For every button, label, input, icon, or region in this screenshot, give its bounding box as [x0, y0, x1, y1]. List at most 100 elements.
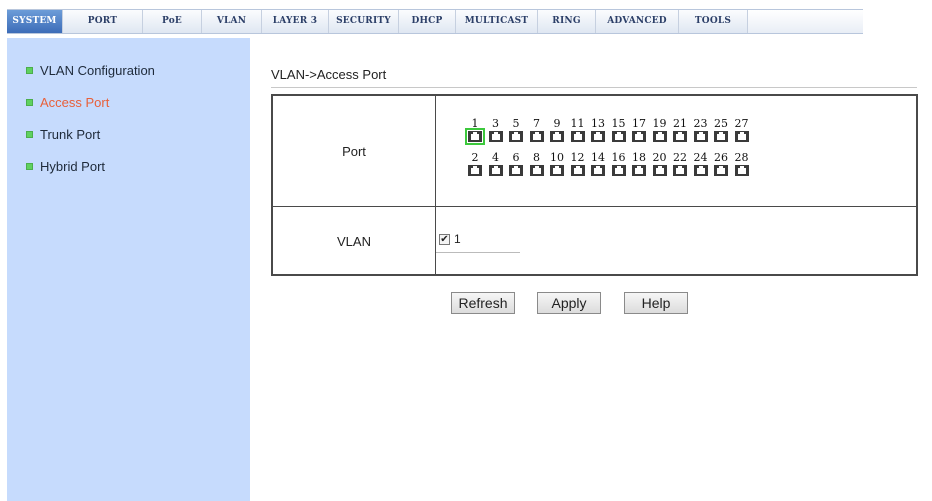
- ethernet-port-icon[interactable]: [529, 131, 544, 142]
- tab-layer3[interactable]: LAYER 3: [262, 10, 329, 33]
- sidebar-item-access-port[interactable]: Access Port: [26, 95, 109, 110]
- ethernet-port-icon[interactable]: [611, 165, 626, 176]
- bullet-icon: [26, 163, 33, 170]
- vlan-underline: [436, 252, 520, 253]
- port-14[interactable]: 14: [589, 151, 607, 176]
- sidebar: VLAN Configuration Access Port Trunk Por…: [7, 38, 250, 501]
- sidebar-item-label: VLAN Configuration: [40, 63, 155, 78]
- sidebar-item-label: Trunk Port: [40, 127, 101, 142]
- ethernet-port-icon[interactable]: [509, 131, 523, 142]
- vlan-option[interactable]: ✔ 1: [439, 232, 461, 246]
- tab-strip: SYSTEM PORT PoE VLAN LAYER 3 SECURITY DH…: [7, 9, 863, 34]
- port-17[interactable]: 17: [630, 117, 648, 142]
- bullet-icon: [26, 99, 33, 106]
- port-22[interactable]: 22: [671, 151, 689, 176]
- tab-multicast[interactable]: MULTICAST: [456, 10, 538, 33]
- bullet-icon: [26, 67, 33, 74]
- port-11[interactable]: 11: [569, 117, 587, 142]
- top-nav-bar: SYSTEM PORT PoE VLAN LAYER 3 SECURITY DH…: [0, 0, 932, 38]
- port-23[interactable]: 23: [692, 117, 710, 142]
- tab-vlan[interactable]: VLAN: [202, 10, 262, 33]
- ethernet-port-icon[interactable]: [468, 165, 482, 176]
- ethernet-port-icon[interactable]: [550, 165, 564, 176]
- tab-dhcp[interactable]: DHCP: [399, 10, 456, 33]
- sidebar-item-vlan-configuration[interactable]: VLAN Configuration: [26, 63, 155, 78]
- ethernet-port-icon[interactable]: [734, 165, 749, 176]
- port-16[interactable]: 16: [610, 151, 628, 176]
- port-21[interactable]: 21: [671, 117, 689, 142]
- ethernet-port-icon[interactable]: [734, 131, 749, 142]
- apply-button[interactable]: Apply: [537, 292, 601, 314]
- port-number: 20: [652, 151, 667, 164]
- ethernet-port-icon[interactable]: [652, 131, 667, 142]
- port-4[interactable]: 4: [487, 151, 505, 176]
- port-number: 28: [734, 151, 749, 164]
- ethernet-port-icon[interactable]: [488, 131, 503, 142]
- port-number: 2: [471, 151, 479, 164]
- ethernet-port-icon[interactable]: [632, 131, 646, 142]
- ethernet-port-icon[interactable]: [550, 131, 564, 142]
- port-25[interactable]: 25: [712, 117, 730, 142]
- ethernet-port-icon[interactable]: [652, 165, 667, 176]
- port-number: 9: [553, 117, 561, 130]
- column-divider: [435, 96, 436, 274]
- tab-advanced[interactable]: ADVANCED: [596, 10, 679, 33]
- port-19[interactable]: 19: [651, 117, 669, 142]
- vlan-row-label: VLAN: [337, 234, 371, 249]
- port-10[interactable]: 10: [548, 151, 566, 176]
- port-26[interactable]: 26: [712, 151, 730, 176]
- port-15[interactable]: 15: [610, 117, 628, 142]
- port-number: 11: [570, 117, 585, 130]
- port-12[interactable]: 12: [569, 151, 587, 176]
- port-7[interactable]: 7: [528, 117, 546, 142]
- ethernet-port-icon[interactable]: [509, 165, 523, 176]
- port-1[interactable]: 1: [465, 117, 485, 145]
- port-24[interactable]: 24: [692, 151, 710, 176]
- port-27[interactable]: 27: [733, 117, 751, 142]
- ethernet-port-icon[interactable]: [693, 131, 708, 142]
- port-5[interactable]: 5: [507, 117, 525, 142]
- ethernet-port-icon[interactable]: [693, 165, 708, 176]
- refresh-button[interactable]: Refresh: [451, 292, 515, 314]
- ethernet-port-icon[interactable]: [529, 165, 544, 176]
- tab-poe[interactable]: PoE: [143, 10, 202, 33]
- port-number: 27: [734, 117, 749, 130]
- tab-security[interactable]: SECURITY: [329, 10, 399, 33]
- ethernet-port-icon[interactable]: [673, 165, 687, 176]
- ethernet-port-icon[interactable]: [570, 131, 585, 142]
- port-18[interactable]: 18: [630, 151, 648, 176]
- port-13[interactable]: 13: [589, 117, 607, 142]
- ethernet-port-icon[interactable]: [488, 165, 503, 176]
- port-20[interactable]: 20: [651, 151, 669, 176]
- ethernet-port-icon[interactable]: [465, 128, 485, 145]
- port-2[interactable]: 2: [466, 151, 484, 176]
- port-8[interactable]: 8: [528, 151, 546, 176]
- help-button[interactable]: Help: [624, 292, 688, 314]
- ethernet-port-icon[interactable]: [673, 131, 687, 142]
- sidebar-item-label: Access Port: [40, 95, 110, 110]
- tab-port[interactable]: PORT: [63, 10, 143, 33]
- port-6[interactable]: 6: [507, 151, 525, 176]
- ethernet-port-icon[interactable]: [591, 131, 605, 142]
- port-number: 16: [611, 151, 626, 164]
- tab-ring[interactable]: RING: [538, 10, 596, 33]
- ethernet-port-icon[interactable]: [591, 165, 605, 176]
- port-9[interactable]: 9: [548, 117, 566, 142]
- ethernet-port-icon[interactable]: [714, 165, 728, 176]
- vlan-checkbox[interactable]: ✔: [439, 233, 450, 245]
- port-28[interactable]: 28: [733, 151, 751, 176]
- tab-system[interactable]: SYSTEM: [7, 10, 63, 33]
- sidebar-item-hybrid-port[interactable]: Hybrid Port: [26, 159, 105, 174]
- sidebar-item-trunk-port[interactable]: Trunk Port: [26, 127, 100, 142]
- tab-tools[interactable]: TOOLS: [679, 10, 748, 33]
- breadcrumb-divider: [271, 87, 917, 88]
- port-3[interactable]: 3: [487, 117, 505, 142]
- port-number: 23: [693, 117, 708, 130]
- ethernet-port-icon[interactable]: [611, 131, 626, 142]
- ethernet-port-icon[interactable]: [714, 131, 728, 142]
- ethernet-port-icon[interactable]: [570, 165, 585, 176]
- port-number: 24: [693, 151, 708, 164]
- vlan-option-label: 1: [454, 232, 461, 246]
- ethernet-port-icon[interactable]: [632, 165, 646, 176]
- port-number: 19: [652, 117, 667, 130]
